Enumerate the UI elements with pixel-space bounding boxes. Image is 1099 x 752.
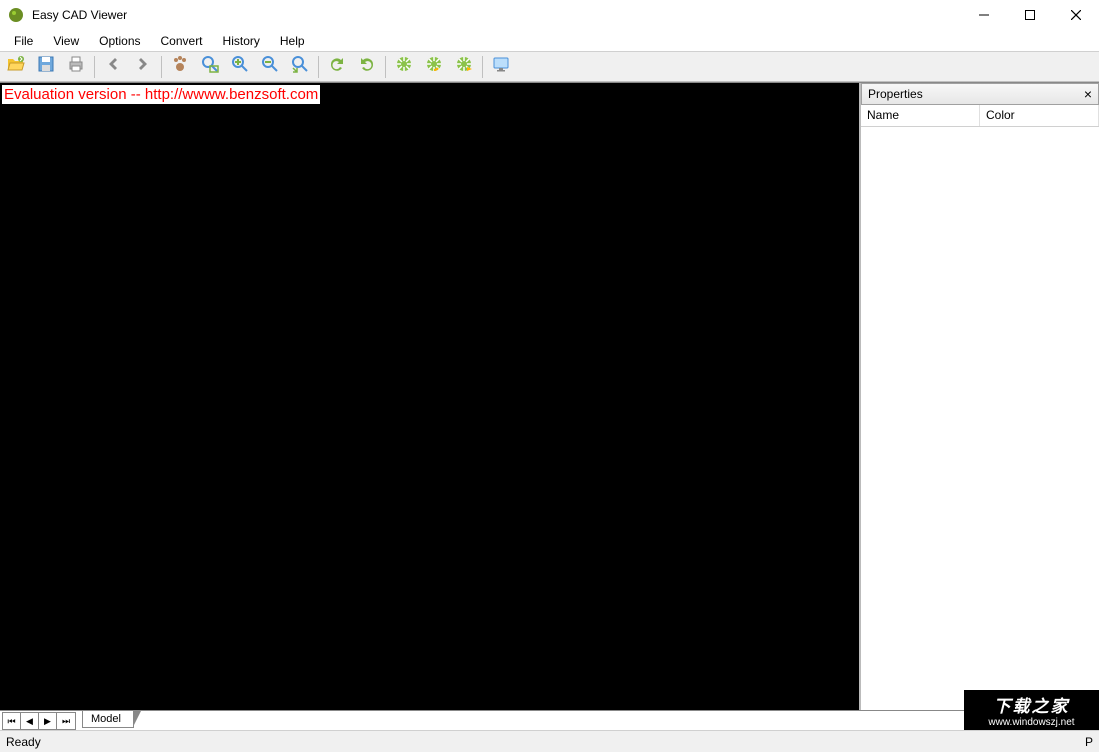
window-title: Easy CAD Viewer	[32, 8, 961, 22]
close-button[interactable]	[1053, 0, 1099, 30]
menubar: File View Options Convert History Help	[0, 30, 1099, 52]
font-icon: A	[1054, 714, 1062, 726]
toolbar-separator	[94, 56, 95, 78]
floppy-icon	[36, 54, 56, 79]
paw-button[interactable]	[166, 54, 194, 80]
open-button[interactable]	[2, 54, 30, 80]
statusbar: Ready P	[0, 730, 1099, 752]
layers-icon	[991, 713, 1003, 728]
layer-tab-label: Layer	[1007, 714, 1035, 726]
main-area: Evaluation version -- http://wwww.benzso…	[0, 82, 1099, 710]
print-button[interactable]	[62, 54, 90, 80]
monitor-icon	[491, 54, 511, 79]
toolbar	[0, 52, 1099, 82]
window-controls	[961, 0, 1099, 30]
save-button[interactable]	[32, 54, 60, 80]
zoom-window-icon	[200, 54, 220, 79]
layer-tab[interactable]: Layer	[982, 711, 1044, 729]
titlebar: Easy CAD Viewer	[0, 0, 1099, 30]
bottom-tabs: ⏮ ◀ ▶ ⏭ Model Layer A Font	[0, 710, 1099, 730]
tab-nav-first[interactable]: ⏮	[3, 713, 21, 729]
toolbar-separator	[161, 56, 162, 78]
evaluation-label: Evaluation version -- http://wwww.benzso…	[2, 85, 320, 104]
tab-nav-prev[interactable]: ◀	[21, 713, 39, 729]
toolbar-separator	[482, 56, 483, 78]
properties-header: Properties ×	[861, 83, 1099, 105]
properties-body	[861, 127, 1099, 710]
properties-close-button[interactable]: ×	[1084, 86, 1092, 102]
arrow-right-icon	[133, 54, 153, 79]
gear-reload-icon	[424, 54, 444, 79]
font-tab[interactable]: A Font	[1045, 711, 1097, 729]
gear-plus-icon	[394, 54, 414, 79]
properties-col-name[interactable]: Name	[861, 105, 980, 126]
back-button[interactable]	[99, 54, 127, 80]
maximize-button[interactable]	[1007, 0, 1053, 30]
tab-nav-next[interactable]: ▶	[39, 713, 57, 729]
zoom-in-button[interactable]	[226, 54, 254, 80]
menu-view[interactable]: View	[43, 32, 89, 50]
tab-nav-last[interactable]: ⏭	[57, 713, 75, 729]
folder-open-icon	[6, 54, 26, 79]
printer-icon	[66, 54, 86, 79]
undo-icon	[357, 54, 377, 79]
gear-green-button[interactable]	[390, 54, 418, 80]
zoom-in-icon	[230, 54, 250, 79]
paw-icon	[170, 54, 190, 79]
arrow-left-icon	[103, 54, 123, 79]
model-tab[interactable]: Model	[82, 711, 134, 728]
zoom-out-icon	[260, 54, 280, 79]
undo-button[interactable]	[353, 54, 381, 80]
forward-button[interactable]	[129, 54, 157, 80]
zoom-extents-button[interactable]	[286, 54, 314, 80]
monitor-button[interactable]	[487, 54, 515, 80]
app-icon	[8, 7, 24, 23]
menu-help[interactable]: Help	[270, 32, 315, 50]
gear-reload-button[interactable]	[420, 54, 448, 80]
font-tab-label: Font	[1066, 714, 1088, 726]
toolbar-separator	[385, 56, 386, 78]
menu-convert[interactable]: Convert	[151, 32, 213, 50]
menu-options[interactable]: Options	[89, 32, 150, 50]
minimize-button[interactable]	[961, 0, 1007, 30]
status-right: P	[1085, 735, 1093, 749]
zoom-out-button[interactable]	[256, 54, 284, 80]
status-ready: Ready	[6, 735, 41, 749]
properties-columns: Name Color	[861, 105, 1099, 127]
properties-title: Properties	[868, 87, 923, 101]
properties-panel: Properties × Name Color	[859, 83, 1099, 710]
menu-history[interactable]: History	[213, 32, 270, 50]
model-tab-label: Model	[91, 713, 121, 725]
tab-nav-group: ⏮ ◀ ▶ ⏭	[2, 712, 76, 730]
zoom-window-button[interactable]	[196, 54, 224, 80]
gear-play-button[interactable]	[450, 54, 478, 80]
toolbar-separator	[318, 56, 319, 78]
properties-col-color[interactable]: Color	[980, 105, 1099, 126]
canvas-area[interactable]: Evaluation version -- http://wwww.benzso…	[0, 83, 859, 710]
gear-play-icon	[454, 54, 474, 79]
redo-icon	[327, 54, 347, 79]
side-tabs: Layer A Font	[982, 711, 1099, 729]
redo-button[interactable]	[323, 54, 351, 80]
zoom-extents-icon	[290, 54, 310, 79]
menu-file[interactable]: File	[4, 32, 43, 50]
